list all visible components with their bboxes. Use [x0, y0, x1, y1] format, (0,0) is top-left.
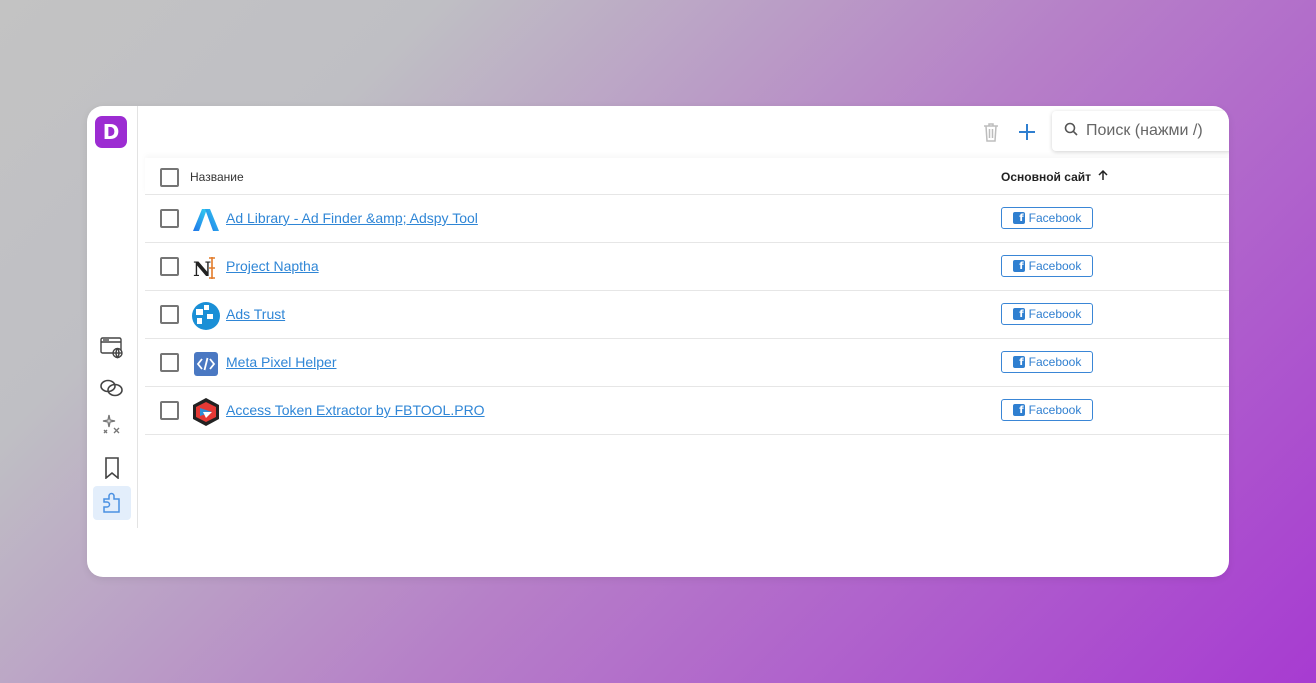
site-badge[interactable]: f Facebook [1001, 255, 1093, 277]
site-badge[interactable]: f Facebook [1001, 351, 1093, 373]
column-header-name[interactable]: Название [190, 170, 244, 184]
bookmark-icon[interactable] [93, 451, 131, 485]
sort-arrow-up-icon [1097, 169, 1109, 184]
app-logo[interactable]: D [95, 116, 127, 148]
column-header-site[interactable]: Основной сайт [1001, 169, 1109, 184]
row-checkbox[interactable] [160, 305, 179, 324]
web-browser-icon[interactable] [93, 331, 131, 365]
table-row[interactable]: Ads Trust f Facebook [145, 291, 1229, 339]
search-input[interactable] [1084, 121, 1228, 141]
extensions-table: Название Основной сайт Ad Library - Ad F… [145, 158, 1229, 435]
plus-icon[interactable] [1013, 118, 1041, 146]
sidebar: D [87, 106, 138, 528]
search-icon [1064, 122, 1078, 141]
row-checkbox[interactable] [160, 401, 179, 420]
sparkle-clear-icon[interactable] [93, 407, 131, 441]
site-badge-label: Facebook [1028, 307, 1082, 321]
facebook-icon: f [1012, 212, 1025, 224]
facebook-icon: f [1012, 260, 1025, 272]
svg-text:N: N [193, 257, 211, 281]
toolbar [137, 106, 1229, 158]
site-badge[interactable]: f Facebook [1001, 399, 1093, 421]
site-badge[interactable]: f Facebook [1001, 207, 1093, 229]
row-checkbox[interactable] [160, 353, 179, 372]
extension-link[interactable]: Ads Trust [226, 306, 285, 322]
search-box[interactable] [1052, 111, 1229, 151]
project-naptha-icon: N [191, 253, 221, 283]
facebook-icon: f [1012, 308, 1025, 320]
column-header-site-label: Основной сайт [1001, 169, 1091, 184]
table-row[interactable]: Ad Library - Ad Finder &amp; Adspy Tool … [145, 195, 1229, 243]
site-badge-label: Facebook [1028, 355, 1082, 369]
extension-link[interactable]: Ad Library - Ad Finder &amp; Adspy Tool [226, 210, 478, 226]
ads-trust-icon [191, 301, 221, 331]
table-header: Название Основной сайт [145, 158, 1229, 195]
facebook-icon: f [1012, 356, 1025, 368]
site-badge[interactable]: f Facebook [1001, 303, 1093, 325]
site-badge-label: Facebook [1028, 259, 1082, 273]
table-row[interactable]: Meta Pixel Helper f Facebook [145, 339, 1229, 387]
extension-link[interactable]: Access Token Extractor by FBTOOL.PRO [226, 402, 485, 418]
extension-puzzle-icon[interactable] [93, 486, 131, 520]
app-window: D Поиск (нажми /) Название Основной сайт… [87, 106, 1229, 577]
table-row[interactable]: Access Token Extractor by FBTOOL.PRO f F… [145, 387, 1229, 435]
table-row[interactable]: N Project Naptha f Facebook [145, 243, 1229, 291]
site-badge-label: Facebook [1028, 403, 1082, 417]
access-token-extractor-icon [191, 397, 221, 427]
facebook-icon: f [1012, 404, 1025, 416]
extension-link[interactable]: Project Naptha [226, 258, 319, 274]
meta-pixel-helper-icon [191, 349, 221, 379]
link-icon[interactable] [93, 371, 131, 405]
trash-icon[interactable] [979, 120, 1003, 144]
select-all-checkbox[interactable] [160, 168, 179, 187]
extension-link[interactable]: Meta Pixel Helper [226, 354, 337, 370]
ad-library-icon [191, 205, 221, 235]
site-badge-label: Facebook [1028, 211, 1082, 225]
row-checkbox[interactable] [160, 209, 179, 228]
row-checkbox[interactable] [160, 257, 179, 276]
